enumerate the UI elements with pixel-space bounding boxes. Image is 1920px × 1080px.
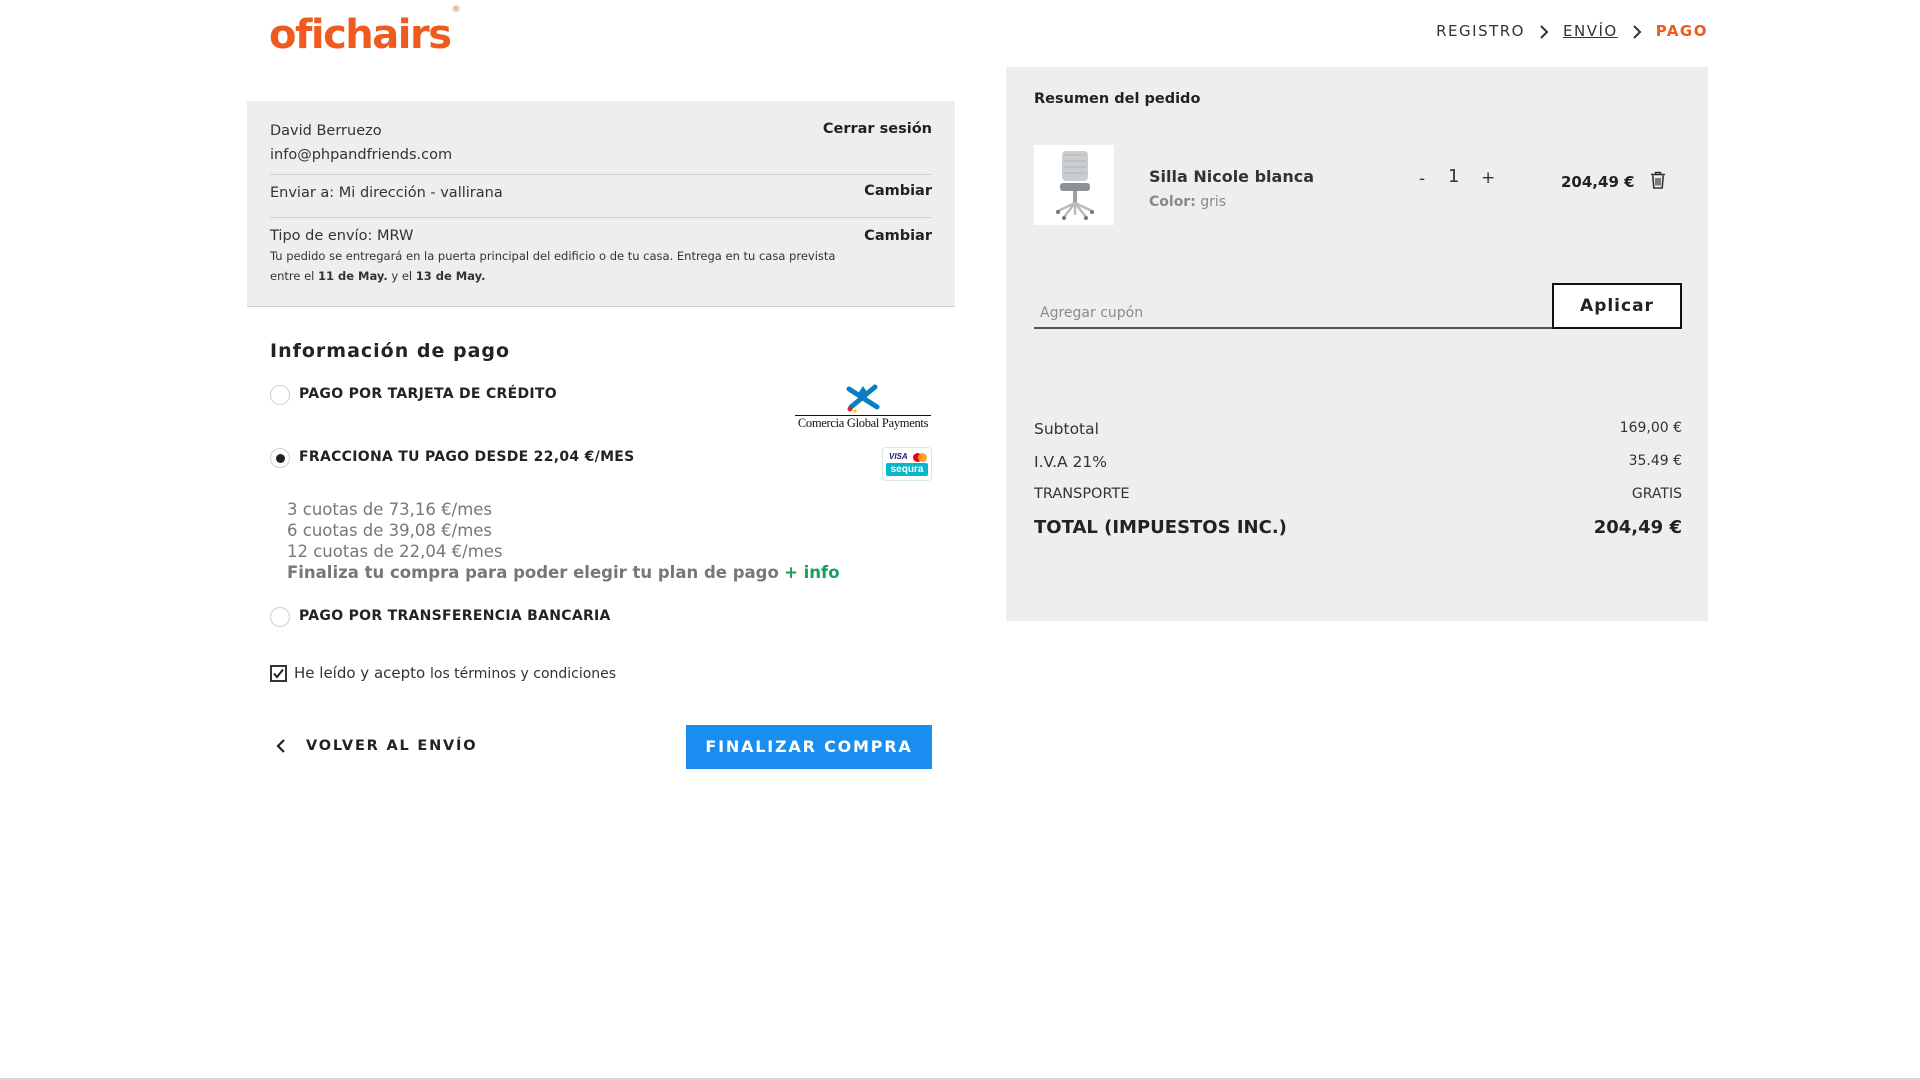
finalize-purchase-button[interactable]: FINALIZAR COMPRA: [686, 725, 932, 769]
installment-plans: 3 cuotas de 73,16 €/mes 6 cuotas de 39,0…: [287, 499, 840, 583]
shipping-row: TRANSPORTE GRATIS: [1034, 486, 1682, 502]
ship-type-row: Tipo de envío: MRW Tu pedido se entregar…: [270, 218, 932, 298]
total-row: TOTAL (IMPUESTOS INC.) 204,49 €: [1034, 517, 1682, 538]
registered-mark: ®: [451, 4, 461, 15]
vat-value: 35.49 €: [1628, 453, 1682, 469]
quantity-decrease-button[interactable]: -: [1419, 169, 1425, 189]
apply-coupon-button[interactable]: Aplicar: [1552, 283, 1682, 329]
mastercard-icon-circle: [918, 453, 927, 462]
cgp-logo-text: Comercia Global Payments: [797, 416, 929, 430]
product-thumbnail[interactable]: [1034, 145, 1114, 225]
product-price: 204,49 €: [1561, 173, 1635, 191]
sequra-label: sequra: [886, 463, 928, 476]
chevron-left-icon: [276, 739, 285, 753]
product-color-label: Color:: [1149, 194, 1196, 210]
delivery-date-end: 13 de May.: [415, 269, 486, 283]
vat-row: I.V.A 21% 35.49 €: [1034, 453, 1682, 471]
product-color: Color: gris: [1149, 194, 1226, 210]
radio-bank-transfer[interactable]: [270, 607, 290, 627]
breadcrumb-registro: REGISTRO: [1436, 22, 1525, 40]
checkout-breadcrumb: REGISTRO ENVÍO PAGO: [1436, 22, 1708, 40]
chevron-right-icon: [1626, 22, 1648, 40]
radio-credit-card[interactable]: [270, 385, 290, 405]
subtotal-value: 169,00 €: [1619, 420, 1682, 436]
order-summary: Resumen del pedido Silla Nicole blanca C…: [1006, 67, 1708, 621]
delivery-date-start: 11 de May.: [318, 269, 388, 283]
sequra-logo: VISA sequra: [882, 447, 932, 481]
subtotal-row: Subtotal 169,00 €: [1034, 420, 1682, 438]
terms-checkbox[interactable]: [270, 665, 287, 682]
shipping-label: TRANSPORTE: [1034, 486, 1130, 502]
ship-to-row: Enviar a: Mi dirección - vallirana Cambi…: [270, 175, 932, 218]
checkmark-icon: [273, 668, 284, 679]
plan-3: 3 cuotas de 73,16 €/mes: [287, 500, 493, 519]
summary-title: Resumen del pedido: [1034, 91, 1201, 107]
option-credit-card-label[interactable]: PAGO POR TARJETA DE CRÉDITO: [299, 386, 557, 402]
back-to-shipping-button[interactable]: VOLVER AL ENVÍO: [276, 738, 477, 754]
terms-text: He leído y acepto los términos y condici…: [294, 664, 616, 682]
subtotal-label: Subtotal: [1034, 420, 1099, 438]
ship-type: Tipo de envío: MRW: [270, 228, 414, 244]
terms-prefix: He leído y acepto: [294, 664, 426, 682]
breadcrumb-pago: PAGO: [1655, 22, 1708, 40]
plans-note: Finaliza tu compra para poder elegir tu …: [287, 563, 779, 582]
terms-link[interactable]: los términos y condiciones: [430, 666, 616, 682]
account-email: info@phpandfriends.com: [270, 147, 453, 163]
quantity-value: 1: [1448, 166, 1460, 187]
comercia-global-payments-logo: Comercia Global Payments: [793, 383, 933, 431]
change-address-link[interactable]: Cambiar: [864, 183, 932, 199]
account-shipping-panel: David Berruezo info@phpandfriends.com Ce…: [247, 101, 955, 307]
option-bank-transfer-label[interactable]: PAGO POR TRANSFERENCIA BANCARIA: [299, 608, 611, 624]
breadcrumb-envio[interactable]: ENVÍO: [1563, 22, 1618, 40]
quantity-increase-button[interactable]: +: [1481, 168, 1495, 188]
plan-6: 6 cuotas de 39,08 €/mes: [287, 521, 493, 540]
delivery-note: Tu pedido se entregará en la puerta prin…: [270, 246, 932, 286]
more-info-link[interactable]: + info: [784, 563, 840, 582]
product-name: Silla Nicole blanca: [1149, 167, 1315, 186]
ship-to-address: Enviar a: Mi dirección - vallirana: [270, 185, 503, 201]
oficha-logo[interactable]: ofichairs®: [269, 5, 461, 58]
trash-icon[interactable]: [1650, 171, 1666, 189]
payment-title: Información de pago: [270, 340, 511, 362]
option-installments-label[interactable]: FRACCIONA TU PAGO DESDE 22,04 €/MES: [299, 449, 635, 465]
logo-text: oficha: [269, 12, 399, 58]
logout-link[interactable]: Cerrar sesión: [823, 121, 932, 137]
product-color-value: gris: [1200, 194, 1227, 210]
vat-label: I.V.A 21%: [1034, 453, 1108, 471]
total-label: TOTAL (IMPUESTOS INC.): [1034, 517, 1287, 538]
chair-image: [1056, 151, 1094, 220]
change-shipping-link[interactable]: Cambiar: [864, 228, 932, 244]
plan-12: 12 cuotas de 22,04 €/mes: [287, 542, 503, 561]
chevron-right-icon: [1533, 22, 1555, 40]
delivery-note-line1: Tu pedido se entregará en la puerta prin…: [270, 249, 836, 263]
account-row: David Berruezo info@phpandfriends.com Ce…: [270, 119, 932, 175]
shipping-value: GRATIS: [1631, 486, 1682, 502]
delivery-note-mid: y el: [387, 269, 416, 283]
back-label: VOLVER AL ENVÍO: [306, 738, 478, 754]
radio-installments[interactable]: [270, 448, 290, 468]
coupon-input[interactable]: [1034, 283, 1559, 329]
delivery-note-prefix: entre el: [270, 269, 319, 283]
visa-icon: VISA: [889, 452, 908, 461]
total-value: 204,49 €: [1593, 517, 1682, 538]
